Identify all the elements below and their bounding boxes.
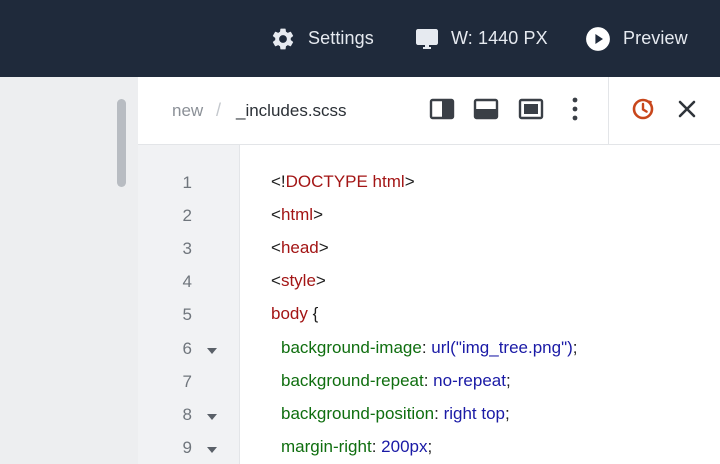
code-punctuation: ; <box>572 338 578 357</box>
line-number: 7 <box>182 372 192 391</box>
layout-right-button[interactable] <box>428 97 456 125</box>
preview-label: Preview <box>623 28 688 48</box>
viewport-width-label: W: 1440 PX <box>451 28 548 48</box>
code-punctuation: <! <box>271 172 286 191</box>
code-punctuation: < <box>271 271 281 290</box>
close-button[interactable] <box>673 97 701 125</box>
fold-toggle-icon[interactable] <box>207 348 217 354</box>
code-tag: style <box>280 271 316 290</box>
code-punctuation: : <box>371 437 382 456</box>
code-punctuation: : <box>421 338 432 357</box>
line-number: 2 <box>182 206 192 225</box>
line-number: 6 <box>182 339 192 358</box>
top-bar: Settings W: 1440 PX Preview <box>0 0 720 77</box>
breadcrumb-root[interactable]: new <box>172 101 203 121</box>
code-tag: head <box>280 238 319 257</box>
gutter-row: 4 <box>138 266 240 299</box>
viewport-width-button[interactable]: W: 1440 PX <box>415 0 548 77</box>
code-line: <html> <box>271 200 323 233</box>
monitor-icon <box>415 27 439 51</box>
line-number: 8 <box>182 405 192 424</box>
code-line: background-position: right top; <box>281 399 510 432</box>
gutter-row: 5 <box>138 299 240 332</box>
code-property: background-repeat <box>281 371 424 390</box>
line-number-gutter: 1 2 3 4 5 6 7 8 9 <box>138 145 240 464</box>
more-vertical-icon <box>571 97 579 126</box>
settings-label: Settings <box>308 28 374 48</box>
layout-full-button[interactable] <box>517 97 545 125</box>
tab-bar-divider <box>608 77 609 145</box>
code-punctuation: > <box>318 238 329 257</box>
code-tag: html <box>280 205 314 224</box>
gutter-row: 1 <box>138 167 240 200</box>
code-punctuation: < <box>271 205 281 224</box>
code-tag: DOCTYPE html <box>285 172 405 191</box>
code-punctuation: ; <box>427 437 433 456</box>
layout-right-panel-icon <box>429 98 455 125</box>
code-punctuation: : <box>434 404 444 423</box>
code-editor[interactable]: <!DOCTYPE html> <html> <head> <style> bo… <box>240 145 720 464</box>
editor-tab-bar: new / _includes.scss <box>138 77 720 145</box>
line-number: 1 <box>182 173 192 192</box>
play-icon <box>585 26 611 52</box>
line-number: 9 <box>182 438 192 457</box>
history-button[interactable] <box>629 97 657 125</box>
line-number: 3 <box>182 239 192 258</box>
code-value: 200px <box>381 437 428 456</box>
more-options-button[interactable] <box>561 97 589 125</box>
gutter-row: 8 <box>138 399 240 432</box>
code-line: <head> <box>271 233 329 266</box>
gutter-row: 9 <box>138 432 240 464</box>
code-punctuation: { <box>307 304 319 323</box>
close-icon <box>677 99 697 124</box>
breadcrumb-file[interactable]: _includes.scss <box>236 101 347 121</box>
code-value: right top <box>443 404 505 423</box>
line-number: 5 <box>182 305 192 324</box>
code-property: background-position <box>281 404 435 423</box>
layout-full-icon <box>518 98 544 125</box>
breadcrumb-separator: / <box>216 100 222 120</box>
code-line: background-image: url("img_tree.png"); <box>281 333 578 366</box>
code-property: margin-right <box>281 437 372 456</box>
sidebar-scrollbar[interactable] <box>117 99 126 187</box>
sidebar <box>0 77 138 464</box>
code-property: background-image <box>281 338 422 357</box>
code-line: <style> <box>271 266 326 299</box>
fold-toggle-icon[interactable] <box>207 414 217 420</box>
gutter-row: 3 <box>138 233 240 266</box>
code-punctuation: > <box>313 205 323 224</box>
gutter-row: 2 <box>138 200 240 233</box>
history-icon <box>631 97 655 126</box>
code-line: body { <box>271 299 318 332</box>
fold-toggle-icon[interactable] <box>207 447 217 453</box>
gutter-row: 6 <box>138 333 240 366</box>
code-value: url("img_tree.png") <box>431 338 573 357</box>
layout-bottom-button[interactable] <box>472 97 500 125</box>
layout-bottom-panel-icon <box>473 98 499 125</box>
code-selector: body <box>271 304 308 323</box>
code-line: background-repeat: no-repeat; <box>281 366 511 399</box>
code-punctuation: ; <box>505 371 511 390</box>
line-number: 4 <box>182 272 192 291</box>
code-punctuation: < <box>271 238 281 257</box>
gear-icon <box>270 26 296 52</box>
code-punctuation: : <box>423 371 434 390</box>
code-punctuation: > <box>315 271 326 290</box>
code-line: <!DOCTYPE html> <box>271 167 415 200</box>
preview-button[interactable]: Preview <box>585 0 688 77</box>
code-value: no-repeat <box>433 371 506 390</box>
code-punctuation: ; <box>505 404 510 423</box>
code-punctuation: > <box>404 172 415 191</box>
gutter-row: 7 <box>138 366 240 399</box>
code-line: margin-right: 200px; <box>281 432 432 464</box>
settings-button[interactable]: Settings <box>270 0 374 77</box>
